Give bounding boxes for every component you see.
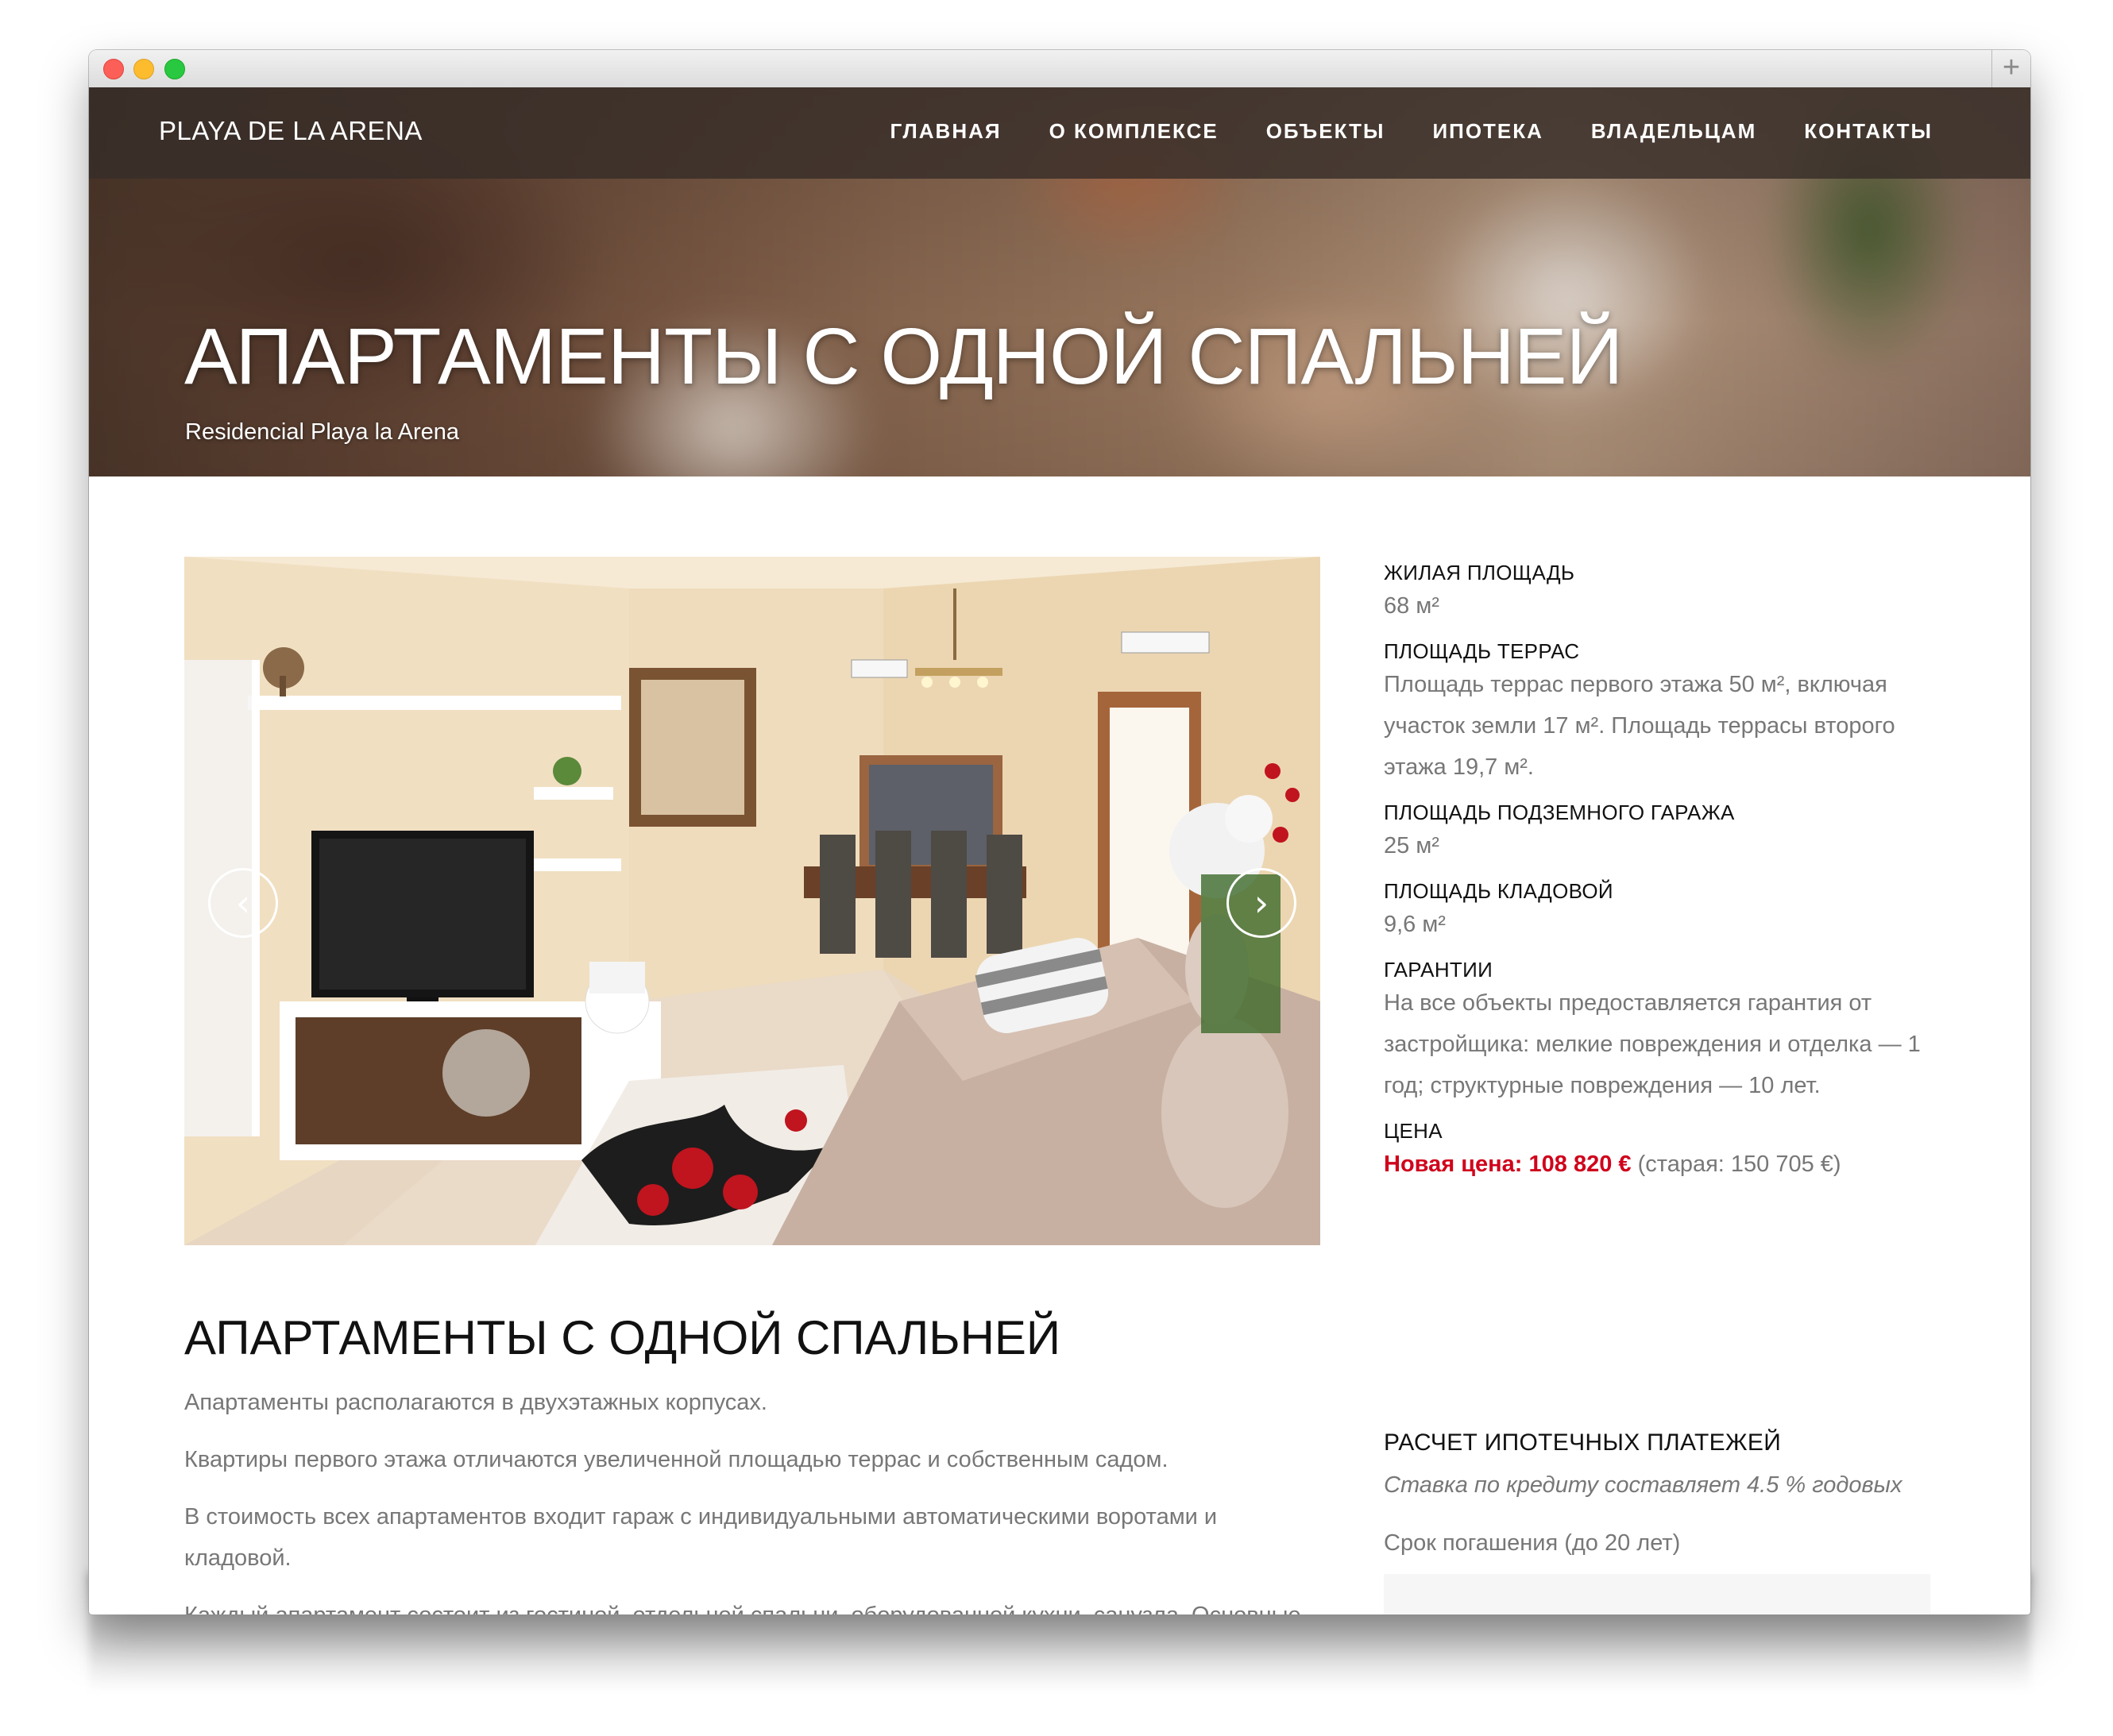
spec-value-warranty: На все объекты предоставляется гарантия … (1384, 990, 1921, 1098)
new-price: Новая цена: 108 820 € (1384, 1152, 1632, 1177)
mortgage-calculator: РАСЧЕТ ИПОТЕЧНЫХ ПЛАТЕЖЕЙ Ставка по кред… (1384, 1429, 1932, 1614)
slider-prev-chevron-left-icon[interactable]: ‹ (208, 868, 278, 938)
description: Апартаменты располагаются в двухэтажных … (184, 1382, 1328, 1614)
property-specs: ЖИЛАЯ ПЛОЩАДЬ 68 м² ПЛОЩАДЬ ТЕРРАС Площа… (1384, 561, 1932, 1198)
description-paragraph: Квартиры первого этажа отличаются увелич… (184, 1447, 1169, 1472)
spec-label-warranty: ГАРАНТИИ (1384, 958, 1493, 982)
description-paragraph: Апартаменты располагаются в двухэтажных … (184, 1390, 767, 1415)
maximize-window-button[interactable] (164, 59, 185, 79)
nav-mortgage[interactable]: ИПОТЕКА (1432, 119, 1543, 144)
spec-value-terrace-area: Площадь террас первого этажа 50 м², вклю… (1384, 672, 1895, 780)
minimize-window-button[interactable] (133, 59, 154, 79)
mortgage-title: РАСЧЕТ ИПОТЕЧНЫХ ПЛАТЕЖЕЙ (1384, 1429, 1782, 1456)
price-value: Новая цена: 108 820 € (старая: 150 705 €… (1384, 1144, 1932, 1185)
close-window-button[interactable] (103, 59, 124, 79)
old-price: (старая: 150 705 €) (1631, 1152, 1841, 1177)
nav-contacts[interactable]: КОНТАКТЫ (1804, 119, 1933, 144)
description-paragraph: В стоимость всех апартаментов входит гар… (184, 1504, 1218, 1571)
main-nav: ГЛАВНАЯ О КОМПЛЕКСЕ ОБЪЕКТЫ ИПОТЕКА ВЛАД… (842, 119, 1933, 144)
site-navbar: PLAYA DE LA ARENA ГЛАВНАЯ О КОМПЛЕКСЕ ОБ… (89, 87, 2030, 179)
main-content: ‹ › ЖИЛАЯ ПЛОЩАДЬ 68 м² ПЛОЩАДЬ ТЕРРАС П… (89, 476, 2030, 1614)
spec-label-living-area: ЖИЛАЯ ПЛОЩАДЬ (1384, 561, 1575, 584)
description-paragraph: Каждый апартамент состоит из гостиной, о… (184, 1595, 1328, 1614)
spec-label-terrace-area: ПЛОЩАДЬ ТЕРРАС (1384, 639, 1580, 663)
mortgage-term-label: Срок погашения (до 20 лет) (1384, 1530, 1681, 1556)
spec-label-garage-area: ПЛОЩАДЬ ПОДЗЕМНОГО ГАРАЖА (1384, 800, 1735, 824)
hero-banner: PLAYA DE LA ARENA ГЛАВНАЯ О КОМПЛЕКСЕ ОБ… (89, 87, 2030, 476)
new-tab-plus-icon[interactable]: + (1991, 50, 2030, 87)
site-logo[interactable]: PLAYA DE LA ARENA (159, 116, 423, 146)
nav-properties[interactable]: ОБЪЕКТЫ (1266, 119, 1385, 144)
window-titlebar: + (89, 50, 2030, 88)
spec-value-garage-area: 25 м² (1384, 833, 1439, 858)
nav-about-complex[interactable]: О КОМПЛЕКСЕ (1049, 119, 1219, 144)
living-room-photo (184, 557, 1320, 1245)
spec-value-storage-area: 9,6 м² (1384, 912, 1446, 937)
page-subtitle: Residencial Playa la Arena (185, 419, 459, 445)
browser-window: + PLAYA DE LA ARENA ГЛАВНАЯ О КОМПЛЕКСЕ … (89, 50, 2030, 1614)
page-title: АПАРТАМЕНТЫ С ОДНОЙ СПАЛЬНЕЙ (184, 312, 1623, 401)
spec-value-living-area: 68 м² (1384, 593, 1439, 619)
nav-owners[interactable]: ВЛАДЕЛЬЦАМ (1591, 119, 1756, 144)
price-label: ЦЕНА (1384, 1119, 1443, 1143)
nav-home[interactable]: ГЛАВНАЯ (890, 119, 1001, 144)
apartment-photo-slider[interactable]: ‹ › (184, 557, 1320, 1245)
spec-label-storage-area: ПЛОЩАДЬ КЛАДОВОЙ (1384, 879, 1613, 903)
slider-next-chevron-right-icon[interactable]: › (1226, 868, 1296, 938)
mortgage-term-slider[interactable] (1384, 1574, 1930, 1614)
section-heading: АПАРТАМЕНТЫ С ОДНОЙ СПАЛЬНЕЙ (184, 1311, 1061, 1364)
mortgage-rate: Ставка по кредиту составляет 4.5 % годов… (1384, 1472, 1902, 1498)
